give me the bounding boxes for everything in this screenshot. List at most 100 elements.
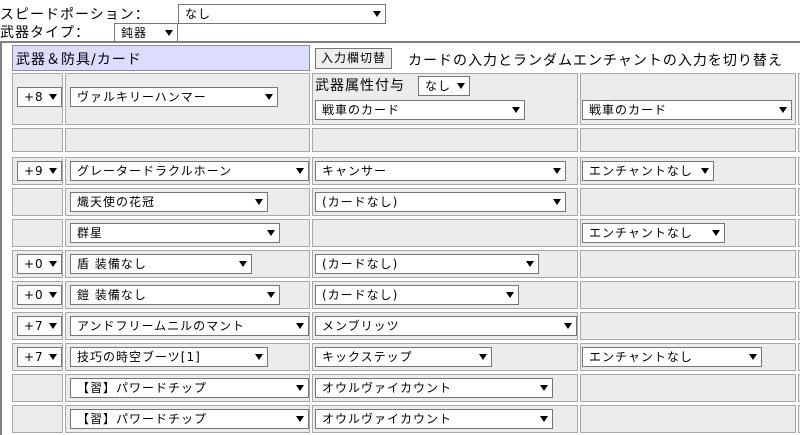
empty-row-cell-1 xyxy=(12,128,63,152)
weapon-card2-value: 戦車のカード xyxy=(589,103,668,117)
chevron-down-icon xyxy=(457,83,465,89)
shield-item-select[interactable]: 盾 装備なし xyxy=(70,254,252,274)
chevron-down-icon xyxy=(267,292,275,298)
middle-card-value: (カードなし) xyxy=(322,195,399,209)
armor-enchant-cell xyxy=(580,281,796,309)
chevron-down-icon xyxy=(296,168,304,174)
chevron-down-icon xyxy=(49,168,57,174)
weapon-type-select[interactable]: 鈍器 xyxy=(114,23,178,43)
accessory2-card-select[interactable]: オウルヴァイカウント xyxy=(315,409,553,429)
empty-row-cell-2 xyxy=(65,128,310,152)
upper-enchant-select[interactable]: エンチャントなし xyxy=(582,161,714,181)
chevron-down-icon xyxy=(165,30,173,36)
accessory2-refine-cell xyxy=(12,405,63,433)
weapon-element-select[interactable]: なし xyxy=(418,76,470,96)
accessory2-item-select[interactable]: 【習】パワードチップ xyxy=(70,409,309,429)
shield-card-select[interactable]: (カードなし) xyxy=(315,254,539,274)
chevron-down-icon xyxy=(49,261,57,267)
accessory1-refine-cell xyxy=(12,374,63,402)
input-toggle-button[interactable]: 入力欄切替 xyxy=(315,48,393,69)
speed-potion-value: なし xyxy=(185,7,212,21)
lower-item-value: 群星 xyxy=(77,226,104,240)
chevron-down-icon xyxy=(540,416,548,422)
weapon-item-value: ヴァルキリーハンマー xyxy=(77,90,207,104)
toggle-description: カードの入力とランダムエンチャントの入力を切り替え xyxy=(408,53,783,69)
chevron-down-icon xyxy=(239,261,247,267)
chevron-down-icon xyxy=(564,323,572,329)
chevron-down-icon xyxy=(49,94,57,100)
upper-item-select[interactable]: グレータードラクルホーン xyxy=(70,161,309,181)
chevron-down-icon xyxy=(49,354,57,360)
shoes-enchant-value: エンチャントなし xyxy=(589,350,693,364)
weapon-type-label: 武器タイプ： xyxy=(0,24,90,41)
upper-item-value: グレータードラクルホーン xyxy=(77,164,233,178)
chevron-down-icon xyxy=(296,416,304,422)
chevron-down-icon xyxy=(296,385,304,391)
middle-item-select[interactable]: 熾天使の花冠 xyxy=(70,192,268,212)
weapon-type-value: 鈍器 xyxy=(121,26,148,40)
empty-row-cell-3 xyxy=(312,128,578,152)
garment-refine-value: +7 xyxy=(24,319,44,333)
middle-enchant-cell xyxy=(580,188,796,216)
weapon-card2-select[interactable]: 戦車のカード xyxy=(582,100,792,120)
garment-item-select[interactable]: アンドフリームニルのマント xyxy=(70,316,309,336)
shield-card-value: (カードなし) xyxy=(322,257,399,271)
shield-refine-value: +0 xyxy=(24,257,44,271)
shoes-card-select[interactable]: キックステップ xyxy=(315,347,492,367)
chevron-down-icon xyxy=(712,230,720,236)
chevron-down-icon xyxy=(779,107,787,113)
armor-card-value: (カードなし) xyxy=(322,288,399,302)
lower-enchant-value: エンチャントなし xyxy=(589,226,693,240)
chevron-down-icon xyxy=(553,168,561,174)
chevron-down-icon xyxy=(49,292,57,298)
accessory2-item-value: 【習】パワードチップ xyxy=(77,412,208,426)
weapon-type-row: 武器タイプ： xyxy=(0,22,90,41)
empty-row-cell-4 xyxy=(580,128,796,152)
chevron-down-icon xyxy=(255,199,263,205)
shoes-refine-select[interactable]: +7 xyxy=(17,347,62,367)
weapon-refine-value: +8 xyxy=(24,90,44,104)
chevron-down-icon xyxy=(373,11,381,17)
weapon-refine-select[interactable]: +8 xyxy=(17,87,62,107)
weapon-card1-select[interactable]: 戦車のカード xyxy=(315,100,525,120)
chevron-down-icon xyxy=(479,354,487,360)
speed-potion-select[interactable]: なし xyxy=(178,4,386,24)
armor-card-select[interactable]: (カードなし) xyxy=(315,285,519,305)
weapon-item-select[interactable]: ヴァルキリーハンマー xyxy=(70,87,278,107)
chevron-down-icon xyxy=(540,385,548,391)
speed-potion-row: スピードポーション： xyxy=(0,4,150,23)
upper-refine-select[interactable]: +9 xyxy=(17,161,62,181)
chevron-down-icon xyxy=(255,354,263,360)
shield-enchant-cell xyxy=(580,250,796,278)
armor-item-value: 鎧 装備なし xyxy=(77,288,147,302)
shoes-item-select[interactable]: 技巧の時空ブーツ[1] xyxy=(70,347,268,367)
garment-card-select[interactable]: メンブリッツ xyxy=(315,316,577,336)
accessory1-card-select[interactable]: オウルヴァイカウント xyxy=(315,378,553,398)
accessory1-item-select[interactable]: 【習】パワードチップ xyxy=(70,378,309,398)
armor-refine-select[interactable]: +0 xyxy=(17,285,62,305)
shield-refine-select[interactable]: +0 xyxy=(17,254,62,274)
upper-enchant-value: エンチャントなし xyxy=(589,164,693,178)
equipment-header-title: 武器＆防具/カード xyxy=(16,52,142,68)
accessory1-card-value: オウルヴァイカウント xyxy=(322,381,453,395)
upper-card-value: キャンサー xyxy=(322,164,388,178)
middle-card-select[interactable]: (カードなし) xyxy=(315,192,566,212)
chevron-down-icon xyxy=(265,94,273,100)
lower-enchant-select[interactable]: エンチャントなし xyxy=(582,223,725,243)
accessory1-enchant-cell xyxy=(580,374,796,402)
equipment-table: 武器＆防具/カード 入力欄切替 カードの入力とランダムエンチャントの入力を切り替… xyxy=(0,41,800,435)
chevron-down-icon xyxy=(296,323,304,329)
chevron-down-icon xyxy=(526,261,534,267)
garment-refine-select[interactable]: +7 xyxy=(17,316,62,336)
garment-card-value: メンブリッツ xyxy=(322,319,400,333)
shield-item-value: 盾 装備なし xyxy=(77,257,147,271)
shoes-card-value: キックステップ xyxy=(322,350,413,364)
lower-item-select[interactable]: 群星 xyxy=(70,223,280,243)
upper-card-select[interactable]: キャンサー xyxy=(315,161,566,181)
chevron-down-icon xyxy=(512,107,520,113)
armor-item-select[interactable]: 鎧 装備なし xyxy=(70,285,280,305)
weapon-element-value: なし xyxy=(425,79,452,93)
shoes-enchant-select[interactable]: エンチャントなし xyxy=(582,347,762,367)
accessory2-card-value: オウルヴァイカウント xyxy=(322,412,453,426)
lower-card-cell xyxy=(312,219,578,247)
